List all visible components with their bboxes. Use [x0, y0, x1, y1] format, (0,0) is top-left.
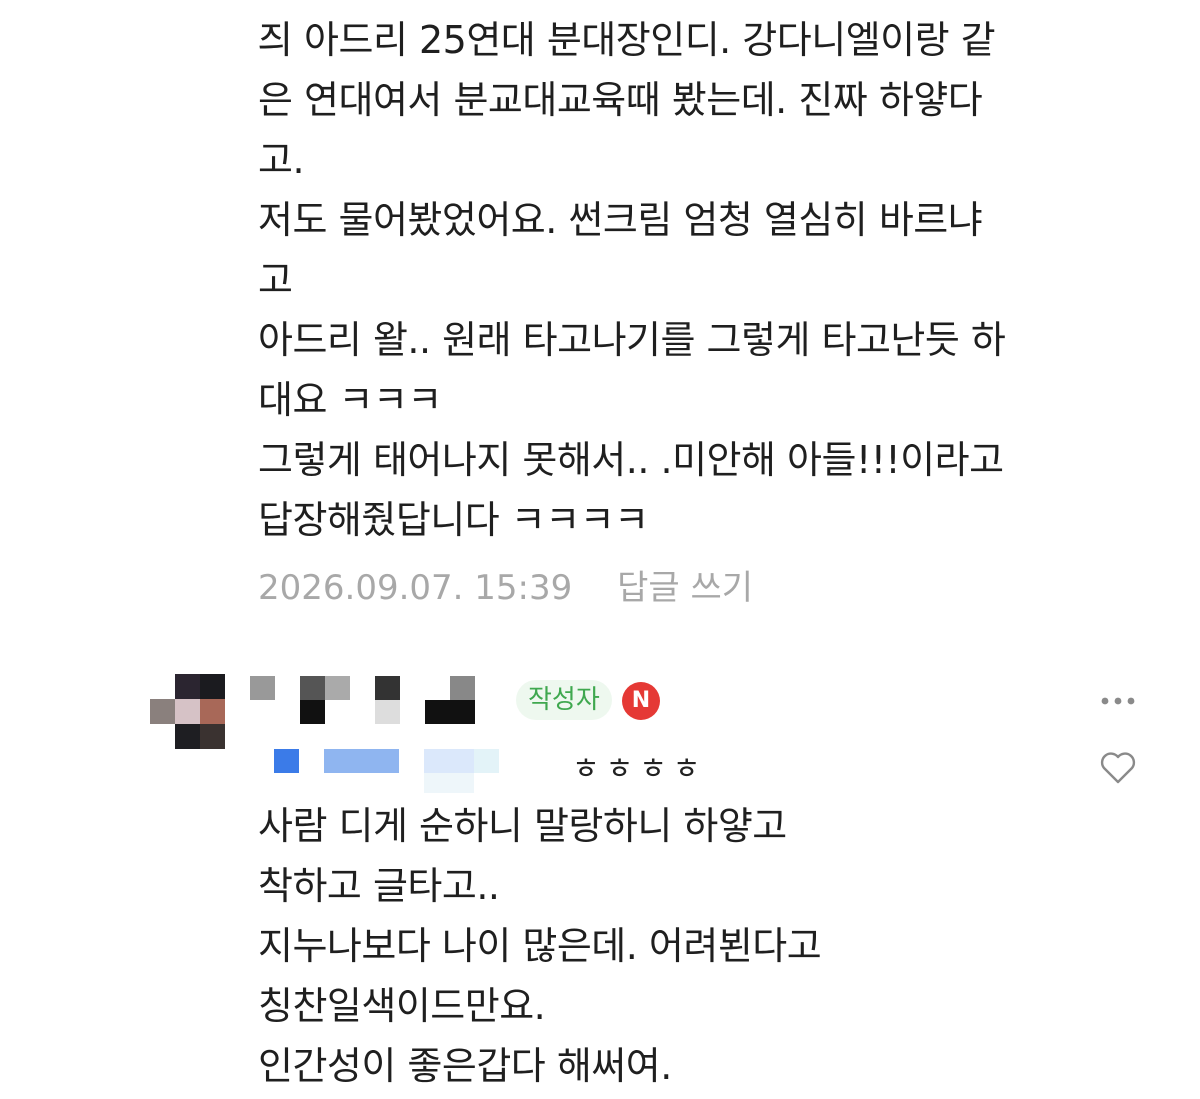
comment-line: 답장해줬답니다 ㅋㅋㅋㅋ	[258, 498, 649, 542]
comment-line: 은 연대여서 분교대교육때 봤는데. 진짜 하얗다	[258, 78, 983, 122]
comment-line: 아드리 왈.. 원래 타고나기를 그렇게 타고난듯 하	[258, 318, 1006, 362]
mention-blurred	[262, 745, 572, 797]
new-badge-icon: N	[622, 682, 660, 720]
heart-icon[interactable]	[1098, 748, 1138, 788]
comment-line: 인간성이 좋은갑다 해써여.	[258, 1044, 672, 1088]
comment-line: 즤 아드리 25연대 분대장인디. 강다니엘이랑 같	[258, 18, 996, 62]
comment-line: 칭찬일색이드만요.	[258, 984, 546, 1028]
comment-line: 사람 디게 순하니 말랑하니 하얗고	[258, 804, 787, 848]
comment-line: 저도 물어봤었어요. 썬크림 엄청 열심히 바르냐	[258, 198, 983, 242]
mention-tail-text: ㅎㅎㅎㅎ	[572, 752, 707, 787]
comment-line: 그렇게 태어나지 못해서.. .미안해 아들!!!이라고	[258, 438, 1004, 482]
comment-line: 고	[258, 258, 293, 302]
author-badge: 작성자	[516, 680, 612, 720]
comment-text: 사람 디게 순하니 말랑하니 하얗고 착하고 글타고.. 지누나보다 나이 많은…	[258, 796, 822, 1096]
comment-meta: 2026.09.07. 15:39 답글 쓰기	[258, 560, 753, 609]
comment-line: 고.	[258, 138, 305, 182]
comment-text: 즤 아드리 25연대 분대장인디. 강다니엘이랑 같 은 연대여서 분교대교육때…	[258, 10, 1006, 550]
comment-line: 지누나보다 나이 많은데. 어려뵌다고	[258, 924, 822, 968]
author-nickname-blurred[interactable]	[250, 676, 480, 724]
avatar[interactable]	[150, 674, 226, 750]
comment-line: 착하고 글타고..	[258, 864, 500, 908]
comment-line: 대요 ㅋㅋㅋ	[258, 378, 442, 422]
comment-timestamp: 2026.09.07. 15:39	[258, 568, 573, 608]
reply-button[interactable]: 답글 쓰기	[617, 568, 753, 608]
more-dots-icon[interactable]	[1098, 688, 1138, 714]
